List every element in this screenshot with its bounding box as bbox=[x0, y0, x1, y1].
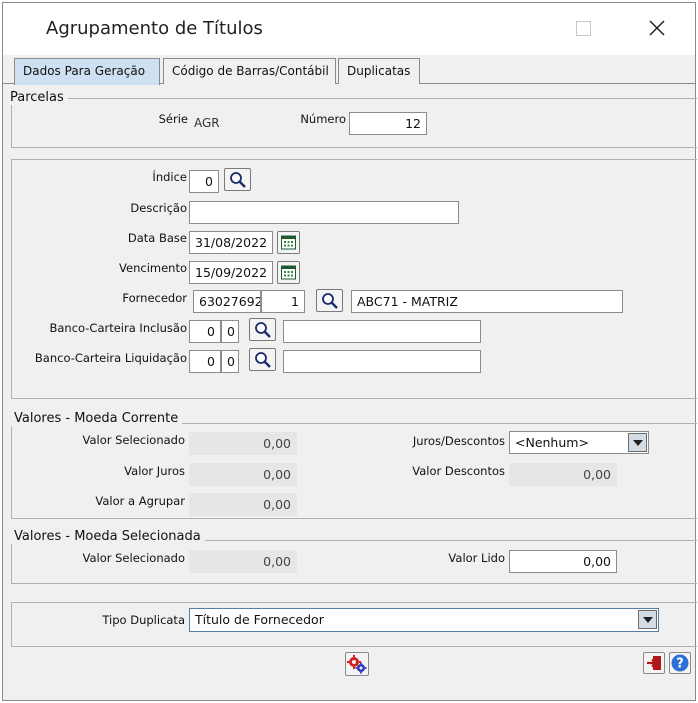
exit-button[interactable] bbox=[643, 652, 665, 674]
indice-label: Índice bbox=[152, 170, 187, 184]
tipo-duplicata-value: Título de Fornecedor bbox=[195, 612, 324, 627]
help-icon: ? bbox=[671, 654, 689, 672]
tipo-duplicata-select[interactable]: Título de Fornecedor bbox=[189, 608, 659, 632]
tipo-duplicata-label: Tipo Duplicata bbox=[102, 613, 185, 627]
vencimento-field[interactable]: 15/09/2022 bbox=[189, 261, 273, 284]
valor-descontos-label: Valor Descontos bbox=[412, 464, 505, 478]
maximize-button[interactable] bbox=[565, 13, 605, 43]
juros-descontos-value: <Nenhum> bbox=[515, 435, 589, 450]
main-window: Agrupamento de Títulos Dados Para Geraçã… bbox=[2, 2, 697, 701]
numero-field[interactable]: 12 bbox=[349, 112, 427, 135]
banco-liquidacao-search-button[interactable] bbox=[249, 348, 276, 371]
valor-descontos-field: 0,00 bbox=[509, 463, 617, 486]
tab-codigo-de-barras[interactable]: Código de Barras/Contábil bbox=[163, 58, 336, 84]
tab-dados-para-geracao[interactable]: Dados Para Geração bbox=[14, 58, 160, 85]
valor-agrupar-field: 0,00 bbox=[189, 493, 297, 516]
serie-value: AGR bbox=[194, 116, 220, 130]
fornecedor-code-field[interactable]: 63027692 bbox=[193, 290, 261, 313]
banco-inclusao-carteira-field[interactable]: 0 bbox=[221, 320, 239, 343]
fornecedor-seq-field[interactable]: 1 bbox=[261, 290, 305, 313]
valor-lido-field[interactable]: 0,00 bbox=[509, 550, 617, 573]
numero-label: Número bbox=[300, 112, 346, 126]
valor-selecionado-field: 0,00 bbox=[189, 432, 297, 455]
banco-liquidacao-label: Banco-Carteira Liquidação bbox=[34, 351, 187, 365]
fornecedor-name-field[interactable]: ABC71 - MATRIZ bbox=[351, 290, 623, 313]
moeda-corrente-title: Valores - Moeda Corrente bbox=[10, 411, 183, 426]
search-icon bbox=[255, 352, 271, 368]
search-icon bbox=[255, 322, 271, 338]
indice-field[interactable]: 0 bbox=[189, 170, 219, 193]
help-button[interactable]: ? bbox=[669, 652, 691, 674]
fornecedor-search-button[interactable] bbox=[316, 289, 343, 312]
valor-agrupar-label: Valor a Agrupar bbox=[95, 494, 185, 508]
banco-liquidacao-desc-field[interactable] bbox=[283, 350, 481, 373]
data-base-label: Data Base bbox=[127, 231, 187, 245]
serie-label: Série bbox=[158, 112, 188, 126]
valor-juros-field: 0,00 bbox=[189, 463, 297, 486]
valor-lido-label: Valor Lido bbox=[448, 551, 505, 565]
maximize-icon bbox=[576, 21, 591, 36]
calendar-icon bbox=[281, 235, 296, 250]
banco-liquidacao-carteira-field[interactable]: 0 bbox=[221, 350, 239, 373]
chevron-down-icon[interactable] bbox=[638, 610, 657, 629]
gears-icon bbox=[347, 655, 367, 674]
moeda-selecionada-title: Valores - Moeda Selecionada bbox=[10, 529, 205, 544]
juros-descontos-label: Juros/Descontos bbox=[412, 434, 505, 448]
banco-inclusao-label: Banco-Carteira Inclusão bbox=[49, 321, 187, 335]
svg-text:?: ? bbox=[676, 657, 684, 672]
valor-selecionado-2-field: 0,00 bbox=[189, 550, 297, 573]
data-base-field[interactable]: 31/08/2022 bbox=[189, 231, 273, 254]
descricao-field[interactable] bbox=[189, 201, 459, 224]
banco-inclusao-search-button[interactable] bbox=[249, 318, 276, 341]
search-icon bbox=[230, 172, 246, 188]
juros-descontos-select[interactable]: <Nenhum> bbox=[509, 431, 649, 454]
descricao-label: Descrição bbox=[130, 201, 187, 215]
valor-juros-label: Valor Juros bbox=[124, 464, 185, 478]
data-base-calendar-button[interactable] bbox=[277, 231, 300, 254]
fornecedor-label: Fornecedor bbox=[122, 291, 187, 305]
calendar-icon bbox=[281, 265, 296, 280]
close-icon bbox=[649, 20, 665, 36]
chevron-down-icon[interactable] bbox=[628, 433, 647, 452]
vencimento-calendar-button[interactable] bbox=[277, 261, 300, 284]
vencimento-label: Vencimento bbox=[119, 261, 187, 275]
indice-search-button[interactable] bbox=[224, 168, 251, 191]
close-button[interactable] bbox=[637, 13, 677, 43]
process-button[interactable] bbox=[345, 652, 369, 676]
valor-selecionado-2-label: Valor Selecionado bbox=[82, 551, 185, 565]
banco-inclusao-desc-field[interactable] bbox=[283, 320, 481, 343]
banco-liquidacao-banco-field[interactable]: 0 bbox=[189, 350, 221, 373]
title-bar: Agrupamento de Títulos bbox=[3, 3, 695, 55]
exit-icon bbox=[647, 656, 661, 670]
banco-inclusao-banco-field[interactable]: 0 bbox=[189, 320, 221, 343]
window-title: Agrupamento de Títulos bbox=[46, 18, 263, 39]
search-icon bbox=[322, 293, 338, 309]
valor-selecionado-label: Valor Selecionado bbox=[82, 433, 185, 447]
tab-duplicatas[interactable]: Duplicatas bbox=[338, 58, 420, 84]
parcelas-title: Parcelas bbox=[6, 90, 68, 105]
